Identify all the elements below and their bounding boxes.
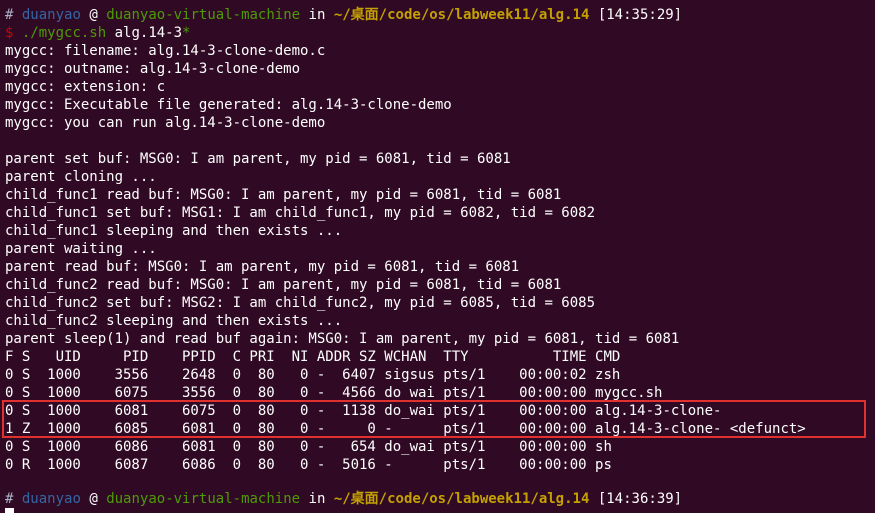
prompt-host: duanyao-virtual-machine — [106, 491, 301, 507]
prompt-line: # duanyao @ duanyao-virtual-machine in ~… — [5, 490, 682, 508]
output-line: parent waiting ... — [5, 241, 157, 257]
output-line: parent read buf: MSG0: I am parent, my p… — [5, 259, 520, 275]
command-star: * — [182, 25, 191, 41]
prompt-hash: # — [5, 491, 14, 507]
prompt-in: in — [308, 7, 326, 23]
output-line: parent cloning ... — [5, 169, 157, 185]
output-line: child_func1 set buf: MSG1: I am child_fu… — [5, 205, 596, 221]
prompt-at: @ — [89, 7, 98, 23]
output-line: mygcc: filename: alg.14-3-clone-demo.c — [5, 43, 326, 59]
ps-header-line: F S UID PID PPID C PRI NI ADDR SZ WCHAN … — [5, 349, 621, 365]
output-line: child_func2 sleeping and then exists ... — [5, 313, 343, 329]
ps-row: 0 S 1000 6086 6081 0 80 0 - 654 do_wai p… — [5, 439, 612, 455]
command-dollar: $ — [5, 25, 14, 41]
output-line: mygcc: Executable file generated: alg.14… — [5, 97, 452, 113]
output-line: mygcc: extension: c — [5, 79, 166, 95]
terminal-window[interactable]: # duanyao @ duanyao-virtual-machine in ~… — [0, 0, 875, 513]
prompt-user: duanyao — [21, 491, 81, 507]
prompt-at: @ — [89, 491, 98, 507]
ps-row: 0 R 1000 6087 6086 0 80 0 - 5016 - pts/1… — [5, 457, 612, 473]
prompt-hash: # — [5, 7, 14, 23]
output-line: parent set buf: MSG0: I am parent, my pi… — [5, 151, 511, 167]
output-line: mygcc: outname: alg.14-3-clone-demo — [5, 61, 301, 77]
command-line: $ ./mygcc.sh alg.14-3* — [5, 24, 190, 42]
text-cursor — [5, 508, 14, 513]
prompt-line: # duanyao @ duanyao-virtual-machine in ~… — [5, 6, 682, 24]
prompt-user: duanyao — [21, 7, 81, 23]
prompt-path: ~/桌面/code/os/labweek11/alg.14 — [333, 491, 590, 507]
highlight-box-annotation — [2, 400, 866, 438]
output-line: child_func1 read buf: MSG0: I am parent,… — [5, 187, 562, 203]
output-line: child_func2 set buf: MSG2: I am child_fu… — [5, 295, 596, 311]
output-line: child_func1 sleeping and then exists ... — [5, 223, 343, 239]
prompt-time: [14:35:29] — [597, 7, 683, 23]
output-line: parent sleep(1) and read buf again: MSG0… — [5, 331, 680, 347]
prompt-host: duanyao-virtual-machine — [106, 7, 301, 23]
prompt-time: [14:36:39] — [597, 491, 683, 507]
output-line: child_func2 read buf: MSG0: I am parent,… — [5, 277, 562, 293]
prompt-in: in — [308, 491, 326, 507]
output-line: mygcc: you can run alg.14-3-clone-demo — [5, 115, 326, 131]
command-exec: ./mygcc.sh — [21, 25, 107, 41]
command-arg: alg.14-3 — [114, 25, 183, 41]
ps-row: 0 S 1000 3556 2648 0 80 0 - 6407 sigsus … — [5, 367, 621, 383]
prompt-path: ~/桌面/code/os/labweek11/alg.14 — [333, 7, 590, 23]
